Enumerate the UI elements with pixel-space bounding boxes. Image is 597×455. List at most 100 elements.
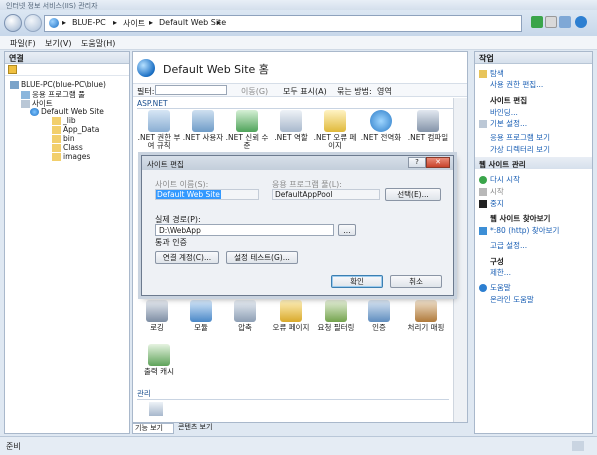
feature-logging[interactable]: 로깅 <box>137 300 177 332</box>
action-label: 다시 시작 <box>490 175 520 184</box>
tab-label: 콘텐츠 보기 <box>178 423 213 431</box>
feature-label: 모듈 <box>194 323 208 332</box>
help-icon <box>479 284 487 292</box>
feature-users[interactable]: .NET 사용자 <box>181 110 225 142</box>
dialog-help-button[interactable]: ? <box>408 157 426 168</box>
config-editor-icon[interactable] <box>149 402 163 416</box>
dialog-title: 사이트 편집 <box>147 160 184 169</box>
group-by-select[interactable]: 영역 <box>377 86 392 97</box>
tab-content-view[interactable]: 콘텐츠 보기 <box>176 423 228 434</box>
feature-trust-levels[interactable]: .NET 신뢰 수준 <box>225 110 269 150</box>
section-manage-site[interactable]: 웹 사이트 관리 <box>479 159 526 170</box>
tree-label: Class <box>63 143 83 152</box>
connect-icon[interactable] <box>8 65 17 74</box>
feature-label: 오류 페이지 <box>272 323 310 332</box>
tab-features-view[interactable]: 기능 보기 <box>132 423 174 434</box>
feature-authentication[interactable]: 인증 <box>359 300 399 332</box>
heading-edit-site: 사이트 편집 <box>490 96 528 105</box>
tree-node-folder[interactable]: _lib <box>52 116 76 125</box>
filter-input[interactable] <box>155 85 227 95</box>
restart-icon <box>479 176 487 184</box>
feature-request-filtering[interactable]: 요청 필터링 <box>313 300 359 332</box>
browse-path-button[interactable]: ... <box>338 224 356 236</box>
help-icon[interactable] <box>575 16 587 28</box>
feature-compression[interactable]: 압축 <box>225 300 265 332</box>
folder-icon <box>52 117 61 125</box>
stop-icon[interactable] <box>545 16 557 28</box>
show-all-button[interactable]: 모두 표시(A) <box>283 86 327 97</box>
tree-node-folder[interactable]: App_Data <box>52 125 99 134</box>
folder-icon <box>52 126 61 134</box>
heading-configure: 구성 <box>490 257 504 266</box>
crumb-server[interactable]: BLUE-PC <box>72 18 106 27</box>
dialog-title-bar <box>142 156 453 170</box>
test-settings-button[interactable]: 설정 테스트(G)... <box>226 251 298 264</box>
action-explore[interactable]: 탐색 <box>479 68 504 79</box>
menu-help[interactable]: 도움말(H) <box>81 38 115 49</box>
filter-icon <box>325 300 347 322</box>
handler-icon <box>415 300 437 322</box>
compression-icon <box>234 300 256 322</box>
action-basic-settings[interactable]: 기본 설정... <box>479 118 527 129</box>
tree-node-default-site[interactable]: Default Web Site <box>30 107 104 116</box>
menu-view[interactable]: 보기(V) <box>45 38 71 49</box>
connect-as-button[interactable]: 연결 계정(C)... <box>155 251 219 264</box>
select-app-pool-button[interactable]: 선택(E)... <box>385 188 441 201</box>
action-bindings[interactable]: 바인딩... <box>490 107 518 118</box>
go-button[interactable]: 이동(G) <box>241 86 268 97</box>
warning-icon <box>324 110 346 132</box>
stop-icon <box>479 200 487 208</box>
pass-through-label: 통과 인증 <box>155 238 187 247</box>
tree-node-folder[interactable]: images <box>52 152 90 161</box>
feature-error-pages[interactable]: .NET 오류 페이지 <box>313 110 357 150</box>
back-button[interactable] <box>4 14 22 32</box>
section-management: 관리 <box>137 388 449 400</box>
ok-button[interactable]: 확인 <box>331 275 383 288</box>
action-edit-permissions[interactable]: 사용 권한 편집... <box>490 79 543 90</box>
feature-label: .NET 신뢰 수준 <box>225 133 269 150</box>
tree-node-folder[interactable]: Class <box>52 143 83 152</box>
feature-globalization[interactable]: .NET 전역화 <box>357 110 405 142</box>
feature-handler-mappings[interactable]: 처리기 매핑 <box>401 300 451 332</box>
action-online-help[interactable]: 온라인 도움말 <box>490 294 534 305</box>
main-scrollbar[interactable] <box>453 98 467 422</box>
action-view-vdirs[interactable]: 가상 디렉터리 보기 <box>490 144 550 155</box>
feature-output-cache[interactable]: 출력 캐시 <box>139 344 179 376</box>
action-help[interactable]: 도움말 <box>479 282 511 293</box>
tree-node-folder[interactable]: bin <box>52 134 75 143</box>
filter-label: 필터: <box>137 87 155 96</box>
feature-label: 압축 <box>238 323 252 332</box>
feature-label: 요청 필터링 <box>317 323 355 332</box>
feature-roles[interactable]: .NET 역할 <box>269 110 313 142</box>
view-tabs: 기능 보기 콘텐츠 보기 <box>132 423 468 434</box>
cancel-button[interactable]: 취소 <box>390 275 442 288</box>
crumb-sites[interactable]: 사이트 <box>123 18 145 29</box>
action-stop[interactable]: 중지 <box>479 198 504 209</box>
connections-pane: 연결 BLUE-PC(blue-PC\blue) 응용 프로그램 풀 사이트 D… <box>4 51 130 434</box>
tree-node-server[interactable]: BLUE-PC(blue-PC\blue) <box>10 80 106 89</box>
home-icon[interactable] <box>559 16 571 28</box>
section-aspnet: ASP.NET <box>137 99 463 109</box>
forward-button[interactable] <box>24 14 42 32</box>
dialog-close-button[interactable]: ✕ <box>426 157 450 168</box>
feature-authorization-rules[interactable]: .NET 권한 부여 규칙 <box>137 110 181 150</box>
feature-iis-error-pages[interactable]: 오류 페이지 <box>269 300 313 332</box>
physical-path-input[interactable]: D:\WebApp <box>155 224 334 236</box>
feature-label: .NET 역할 <box>274 133 308 142</box>
feature-label: .NET 사용자 <box>182 133 224 142</box>
feature-modules[interactable]: 모듈 <box>181 300 221 332</box>
menu-file[interactable]: 파일(F) <box>10 38 36 49</box>
actions-pane: 작업 탐색 사용 권한 편집... 사이트 편집 바인딩... 기본 설정...… <box>474 51 593 434</box>
roles-icon <box>280 110 302 132</box>
refresh-icon[interactable] <box>531 16 543 28</box>
feature-compilation[interactable]: .NET 컴파일 <box>405 110 451 142</box>
action-limits[interactable]: 제한... <box>490 267 511 278</box>
action-restart[interactable]: 다시 시작 <box>479 174 520 185</box>
action-view-applications[interactable]: 응용 프로그램 보기 <box>490 132 550 143</box>
sites-icon <box>21 100 30 108</box>
play-icon <box>479 188 487 196</box>
crumb-separator: ▸ <box>62 18 67 27</box>
action-browse-port80[interactable]: *:80 (http) 찾아보기 <box>479 225 559 236</box>
action-advanced-settings[interactable]: 고급 설정... <box>490 240 527 251</box>
tab-label: 기능 보기 <box>135 424 163 432</box>
